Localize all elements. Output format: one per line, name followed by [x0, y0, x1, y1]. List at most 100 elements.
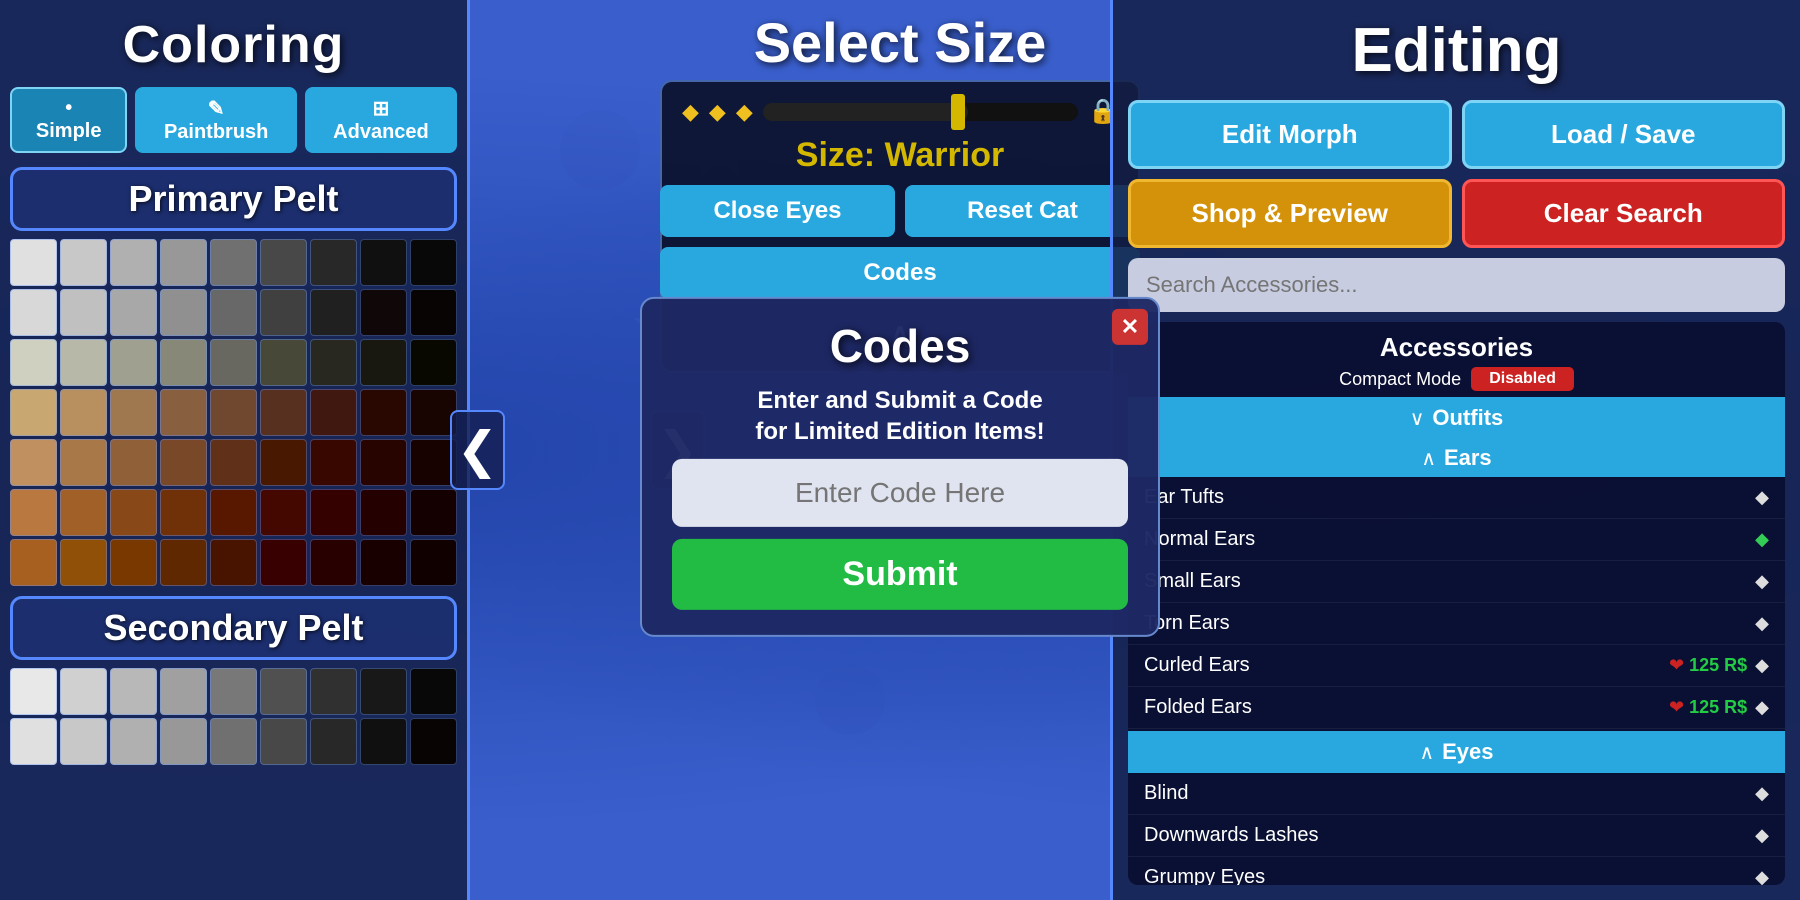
- color-cell[interactable]: [360, 289, 407, 336]
- submit-button[interactable]: Submit: [672, 539, 1128, 610]
- normal-ears-item[interactable]: Normal Ears ◆: [1128, 519, 1785, 561]
- color-cell[interactable]: [10, 539, 57, 586]
- color-cell[interactable]: [210, 539, 257, 586]
- color-cell[interactable]: [310, 239, 357, 286]
- color-cell[interactable]: [110, 718, 157, 765]
- color-cell[interactable]: [360, 439, 407, 486]
- color-cell[interactable]: [10, 489, 57, 536]
- color-cell[interactable]: [10, 289, 57, 336]
- codes-button[interactable]: Codes: [660, 247, 1140, 299]
- eyes-category-header[interactable]: ∧ Eyes: [1128, 731, 1785, 773]
- shop-preview-button[interactable]: Shop & Preview: [1128, 179, 1452, 248]
- outfits-category-header[interactable]: ∨ Outfits: [1128, 397, 1785, 439]
- color-cell[interactable]: [210, 289, 257, 336]
- color-cell[interactable]: [160, 289, 207, 336]
- color-cell[interactable]: [110, 489, 157, 536]
- color-cell[interactable]: [410, 239, 457, 286]
- reset-cat-button[interactable]: Reset Cat: [905, 185, 1140, 237]
- compact-mode-badge[interactable]: Disabled: [1471, 367, 1574, 391]
- color-cell[interactable]: [310, 718, 357, 765]
- ear-tufts-item[interactable]: Ear Tufts ◆: [1128, 477, 1785, 519]
- color-cell[interactable]: [260, 489, 307, 536]
- color-cell[interactable]: [210, 239, 257, 286]
- color-cell[interactable]: [160, 668, 207, 715]
- folded-ears-item[interactable]: Folded Ears ❤ 125 R$ ◆: [1128, 687, 1785, 729]
- color-cell[interactable]: [360, 718, 407, 765]
- color-cell[interactable]: [160, 389, 207, 436]
- downwards-lashes-item[interactable]: Downwards Lashes ◆: [1128, 815, 1785, 857]
- color-cell[interactable]: [310, 289, 357, 336]
- color-cell[interactable]: [410, 718, 457, 765]
- color-cell[interactable]: [110, 339, 157, 386]
- nav-arrow-left[interactable]: ❮: [450, 410, 505, 490]
- color-cell[interactable]: [60, 339, 107, 386]
- color-cell[interactable]: [260, 718, 307, 765]
- color-cell[interactable]: [160, 489, 207, 536]
- close-eyes-button[interactable]: Close Eyes: [660, 185, 895, 237]
- color-cell[interactable]: [410, 489, 457, 536]
- color-cell[interactable]: [360, 239, 407, 286]
- blind-item[interactable]: Blind ◆: [1128, 773, 1785, 815]
- search-accessories-input[interactable]: [1128, 258, 1785, 312]
- color-cell[interactable]: [310, 389, 357, 436]
- color-cell[interactable]: [60, 239, 107, 286]
- advanced-mode-button[interactable]: ⊞ Advanced: [305, 87, 457, 153]
- color-cell[interactable]: [10, 239, 57, 286]
- color-cell[interactable]: [60, 439, 107, 486]
- color-cell[interactable]: [360, 389, 407, 436]
- curled-ears-item[interactable]: Curled Ears ❤ 125 R$ ◆: [1128, 645, 1785, 687]
- color-cell[interactable]: [410, 668, 457, 715]
- color-cell[interactable]: [60, 489, 107, 536]
- color-cell[interactable]: [410, 539, 457, 586]
- color-cell[interactable]: [210, 389, 257, 436]
- color-cell[interactable]: [10, 389, 57, 436]
- clear-search-button[interactable]: Clear Search: [1462, 179, 1786, 248]
- size-slider[interactable]: [763, 103, 1078, 121]
- color-cell[interactable]: [10, 339, 57, 386]
- color-cell[interactable]: [260, 389, 307, 436]
- color-cell[interactable]: [60, 289, 107, 336]
- color-cell[interactable]: [360, 668, 407, 715]
- color-cell[interactable]: [110, 439, 157, 486]
- color-cell[interactable]: [10, 668, 57, 715]
- color-cell[interactable]: [110, 389, 157, 436]
- size-slider-thumb[interactable]: [951, 94, 965, 130]
- color-cell[interactable]: [310, 339, 357, 386]
- color-cell[interactable]: [260, 289, 307, 336]
- color-cell[interactable]: [10, 718, 57, 765]
- color-cell[interactable]: [210, 439, 257, 486]
- modal-close-button[interactable]: ✕: [1112, 309, 1148, 345]
- simple-mode-button[interactable]: • Simple: [10, 87, 127, 153]
- color-cell[interactable]: [310, 668, 357, 715]
- edit-morph-button[interactable]: Edit Morph: [1128, 100, 1452, 169]
- color-cell[interactable]: [410, 339, 457, 386]
- color-cell[interactable]: [260, 239, 307, 286]
- color-cell[interactable]: [360, 339, 407, 386]
- color-cell[interactable]: [210, 668, 257, 715]
- color-cell[interactable]: [360, 539, 407, 586]
- torn-ears-item[interactable]: Torn Ears ◆: [1128, 603, 1785, 645]
- grumpy-eyes-item[interactable]: Grumpy Eyes ◆: [1128, 857, 1785, 885]
- color-cell[interactable]: [310, 489, 357, 536]
- ears-subcategory-header[interactable]: ∧ Ears: [1128, 439, 1785, 477]
- color-cell[interactable]: [60, 668, 107, 715]
- color-cell[interactable]: [60, 539, 107, 586]
- small-ears-item[interactable]: Small Ears ◆: [1128, 561, 1785, 603]
- color-cell[interactable]: [210, 718, 257, 765]
- color-cell[interactable]: [360, 489, 407, 536]
- load-save-button[interactable]: Load / Save: [1462, 100, 1786, 169]
- color-cell[interactable]: [260, 339, 307, 386]
- color-cell[interactable]: [310, 539, 357, 586]
- color-cell[interactable]: [410, 289, 457, 336]
- color-cell[interactable]: [260, 439, 307, 486]
- color-cell[interactable]: [160, 239, 207, 286]
- color-cell[interactable]: [310, 439, 357, 486]
- color-cell[interactable]: [210, 489, 257, 536]
- color-cell[interactable]: [10, 439, 57, 486]
- color-cell[interactable]: [160, 339, 207, 386]
- color-cell[interactable]: [60, 718, 107, 765]
- code-input[interactable]: [672, 459, 1128, 527]
- color-cell[interactable]: [260, 539, 307, 586]
- paintbrush-mode-button[interactable]: ✎ Paintbrush: [135, 87, 297, 153]
- color-cell[interactable]: [210, 339, 257, 386]
